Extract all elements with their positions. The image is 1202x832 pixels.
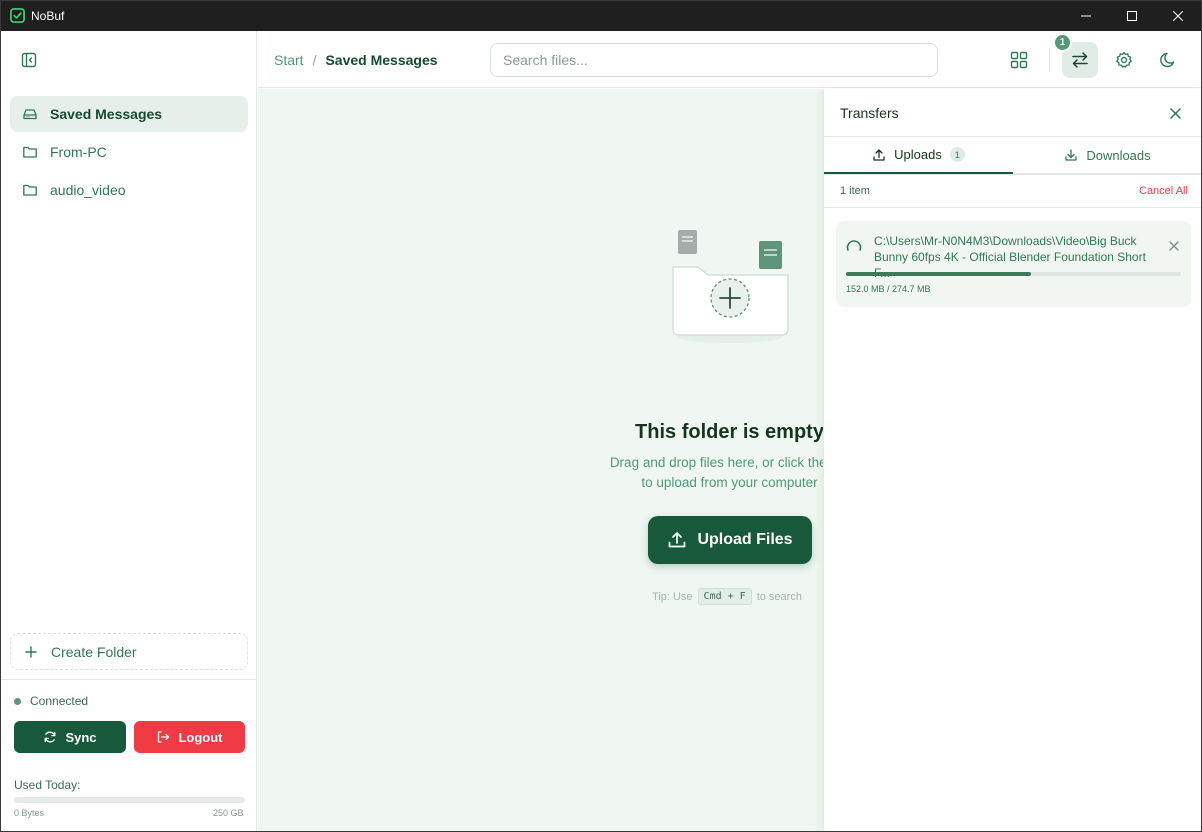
sidebar-divider	[1, 679, 256, 680]
transfers-close-button[interactable]	[1167, 105, 1183, 121]
usage-bar	[14, 797, 245, 803]
shortcut-kbd: Cmd + F	[697, 588, 752, 605]
breadcrumb: Start / Saved Messages	[274, 52, 438, 68]
create-folder-label: Create Folder	[51, 643, 137, 660]
sidebar-item-saved-messages[interactable]: Saved Messages	[10, 96, 248, 132]
logout-icon	[158, 731, 170, 743]
theme-toggle-button[interactable]	[1150, 42, 1186, 78]
drive-icon	[23, 109, 37, 120]
create-folder-button[interactable]: Create Folder	[10, 633, 248, 670]
gear-icon	[1116, 51, 1132, 68]
upload-icon	[873, 148, 885, 161]
window-close-button[interactable]	[1155, 1, 1201, 31]
connection-status: Connected	[14, 694, 88, 708]
keyboard-tip: Tip: Use Cmd + F to search	[652, 588, 802, 605]
status-dot-icon	[14, 697, 21, 705]
plus-icon	[25, 645, 37, 658]
logout-label: Logout	[178, 729, 223, 745]
tab-uploads-label: Uploads	[894, 147, 942, 162]
maximize-icon	[1127, 11, 1137, 21]
close-icon	[1169, 107, 1181, 119]
top-header: Start / Saved Messages 1	[258, 31, 1201, 88]
sidebar-item-audio-video[interactable]: audio_video	[10, 172, 248, 208]
transfer-progress-fill	[846, 272, 1032, 276]
sidebar-item-from-pc[interactable]: From-PC	[10, 134, 248, 170]
upload-files-label: Upload Files	[697, 531, 793, 548]
breadcrumb-separator: /	[312, 52, 317, 68]
empty-state-line-1: Drag and drop files here, or click the b…	[609, 455, 823, 470]
sync-button[interactable]: Sync	[14, 721, 126, 753]
main-content: This folder is empty Drag and drop files…	[258, 89, 823, 831]
tab-downloads[interactable]: Downloads	[1013, 137, 1201, 174]
sidebar-collapse-icon[interactable]	[20, 51, 38, 69]
transfer-size-text: 152.0 MB / 274.7 MB	[846, 284, 931, 294]
grid-icon	[1010, 51, 1028, 69]
usage-min-label: 0 Bytes	[14, 808, 45, 818]
logout-button[interactable]: Logout	[134, 721, 245, 753]
empty-state-line-2: to upload from your computer	[641, 475, 818, 490]
maximize-button[interactable]	[1109, 1, 1155, 31]
transfers-title: Transfers	[840, 105, 899, 121]
spinner-icon	[846, 240, 862, 251]
folder-icon	[23, 184, 37, 196]
tab-uploads[interactable]: Uploads 1	[824, 137, 1013, 174]
breadcrumb-current: Saved Messages	[325, 52, 438, 68]
sidebar-item-label: Saved Messages	[50, 106, 163, 122]
tab-downloads-label: Downloads	[1086, 147, 1151, 163]
tip-suffix: to search	[756, 590, 802, 603]
sync-label: Sync	[65, 729, 97, 745]
grid-view-button[interactable]	[1001, 42, 1037, 78]
summary-divider	[824, 207, 1201, 208]
title-bar: NoBuf	[1, 1, 1201, 31]
upload-files-button[interactable]: Upload Files	[648, 516, 812, 564]
cancel-transfer-icon[interactable]	[1168, 240, 1180, 252]
sidebar: Saved Messages From-PC audio_video Creat…	[1, 31, 257, 831]
sync-icon	[45, 731, 56, 743]
window-title: NoBuf	[31, 9, 65, 23]
transfer-item: C:\Users\Mr-N0N4M3\Downloads\Video\Big B…	[836, 221, 1191, 307]
download-icon	[1065, 149, 1077, 161]
settings-button[interactable]	[1106, 42, 1142, 78]
upload-icon	[669, 532, 686, 548]
breadcrumb-start-link[interactable]: Start	[274, 52, 304, 68]
close-icon	[1173, 11, 1183, 21]
sidebar-item-label: audio_video	[50, 182, 126, 198]
app-window: NoBuf Saved Messages From-PC audio_video…	[0, 0, 1202, 832]
uploads-count-badge: 1	[949, 147, 965, 162]
moon-icon	[1160, 52, 1175, 68]
empty-state-title: This folder is empty	[635, 421, 823, 443]
transfers-panel: Transfers Uploads 1 Downloads 1 item Can…	[823, 89, 1201, 831]
minimize-icon	[1081, 15, 1091, 17]
search-input[interactable]	[490, 43, 938, 77]
minimize-button[interactable]	[1063, 1, 1109, 31]
transfer-count-badge: 1	[1053, 33, 1072, 52]
usage-max-label: 250 GB	[213, 808, 244, 818]
tabs-divider	[824, 174, 1201, 175]
app-logo-icon	[10, 8, 25, 23]
status-label: Connected	[30, 694, 89, 708]
folder-icon	[23, 146, 37, 158]
header-divider	[1049, 48, 1050, 72]
cancel-all-button[interactable]: Cancel All	[1139, 185, 1188, 197]
empty-folder-illustration-icon	[672, 230, 789, 343]
transfer-progress-bar	[846, 272, 1181, 276]
transfer-arrows-icon	[1072, 52, 1088, 68]
item-count: 1 item	[840, 185, 870, 197]
used-today-label: Used Today:	[14, 778, 81, 792]
tip-prefix: Tip: Use	[652, 590, 693, 603]
sidebar-item-label: From-PC	[50, 144, 107, 160]
empty-state-subtitle: Drag and drop files here, or click the b…	[258, 453, 823, 493]
